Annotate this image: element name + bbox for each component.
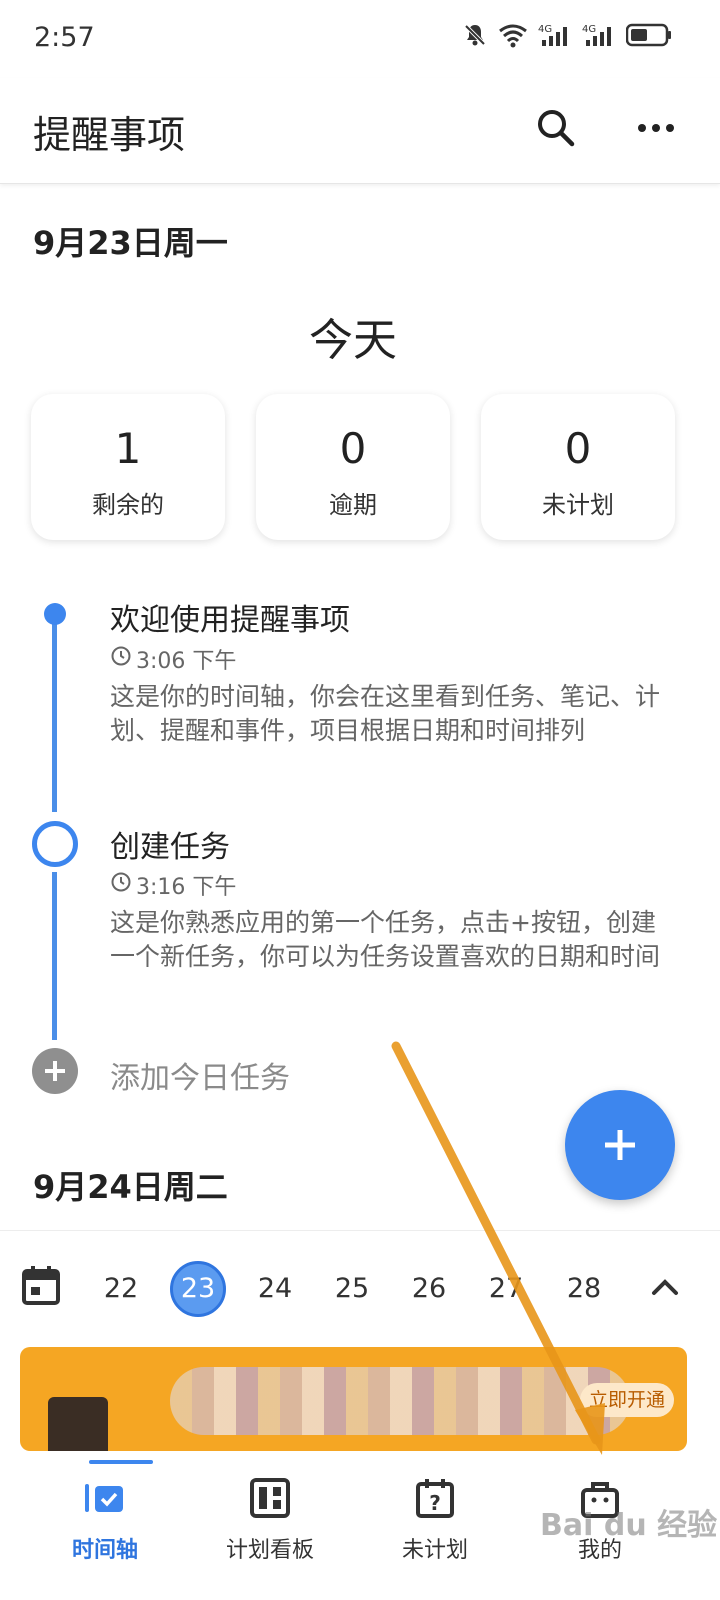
- more-icon[interactable]: [634, 108, 678, 148]
- nav-label: 计划看板: [225, 1538, 314, 1563]
- status-bar: 2:57 4G 4G: [0, 0, 720, 78]
- plus-icon: [605, 1130, 635, 1160]
- date-header: 9月24日周二: [33, 1168, 228, 1206]
- svg-text:4G: 4G: [538, 24, 552, 35]
- timeline-item-title[interactable]: 创建任务: [110, 822, 230, 866]
- time-text: 3:06 下午: [136, 649, 237, 674]
- timeline-icon: [85, 1478, 125, 1518]
- promo-banner[interactable]: 立即开通: [20, 1347, 687, 1451]
- svg-text:4G: 4G: [582, 24, 596, 35]
- date-header: 9月23日周一: [33, 224, 228, 262]
- status-time: 2:57: [34, 22, 95, 53]
- nav-item-unplanned[interactable]: ? 未计划: [345, 1460, 525, 1600]
- week-day[interactable]: 28: [556, 1261, 612, 1317]
- signal-4g-icon: 4G: [538, 22, 572, 48]
- board-icon: [250, 1478, 290, 1518]
- stat-value: 0: [339, 424, 367, 473]
- page-title: 提醒事项: [33, 113, 186, 157]
- chevron-up-icon[interactable]: [648, 1275, 682, 1299]
- timeline-item-description: 这是你熟悉应用的第一个任务，点击+按钮，创建一个新任务，你可以为任务设置喜欢的日…: [110, 908, 661, 971]
- timeline-item-title[interactable]: 欢迎使用提醒事项: [110, 595, 350, 639]
- stat-label: 未计划: [542, 491, 614, 519]
- unplanned-icon: ?: [415, 1478, 455, 1518]
- nav-label: 时间轴: [71, 1538, 138, 1563]
- status-icons: 4G 4G: [462, 22, 672, 48]
- timeline-dot-completed[interactable]: [44, 603, 66, 625]
- add-today-button[interactable]: [32, 1048, 78, 1094]
- nav-active-indicator: [89, 1460, 153, 1464]
- week-day[interactable]: 25: [324, 1261, 380, 1317]
- week-day[interactable]: 24: [247, 1261, 303, 1317]
- bell-off-icon: [462, 22, 488, 48]
- timeline-item-time: 3:06 下午: [110, 643, 236, 675]
- add-task-fab[interactable]: [565, 1090, 675, 1200]
- clock-icon: [110, 871, 132, 899]
- wifi-icon: [498, 22, 528, 48]
- timeline-dot-pending[interactable]: [32, 821, 78, 867]
- svg-text:?: ?: [429, 1491, 441, 1515]
- stat-label: 逾期: [329, 491, 377, 519]
- stat-value: 1: [114, 424, 142, 473]
- time-text: 3:16 下午: [136, 875, 237, 900]
- nav-label: 未计划: [401, 1538, 468, 1563]
- timeline-item-time: 3:16 下午: [110, 869, 236, 901]
- timeline-item-description: 这是你的时间轴，你会在这里看到任务、笔记、计划、提醒和事件，项目根据日期和时间排…: [110, 682, 661, 745]
- signal-4g-icon: 4G: [582, 22, 616, 48]
- add-today-label[interactable]: 添加今日任务: [110, 1053, 290, 1097]
- stat-card-unplanned[interactable]: 0 未计划: [481, 394, 675, 540]
- gift-bag-icon: [48, 1397, 108, 1451]
- timeline-line: [52, 872, 57, 1040]
- today-heading: 今天: [309, 315, 397, 366]
- week-day[interactable]: 26: [401, 1261, 457, 1317]
- week-strip: 22 23 24 25 26 27 28: [0, 1230, 720, 1340]
- nav-item-timeline[interactable]: 时间轴: [15, 1460, 195, 1600]
- nav-item-board[interactable]: 计划看板: [180, 1460, 360, 1600]
- stat-label: 剩余的: [92, 491, 164, 519]
- battery-icon: [626, 22, 672, 48]
- week-day[interactable]: 22: [93, 1261, 149, 1317]
- week-day-selected[interactable]: 23: [170, 1261, 226, 1317]
- stat-value: 0: [564, 424, 592, 473]
- stat-card-remaining[interactable]: 1 剩余的: [31, 394, 225, 540]
- watermark: Bai du 经验: [540, 1508, 718, 1543]
- promo-button[interactable]: 立即开通: [580, 1383, 674, 1417]
- promo-blurred-content: [170, 1367, 630, 1435]
- stat-card-overdue[interactable]: 0 逾期: [256, 394, 450, 540]
- plus-icon: [45, 1061, 65, 1081]
- app-bar: 提醒事项: [0, 78, 720, 184]
- week-day[interactable]: 27: [478, 1261, 534, 1317]
- search-icon[interactable]: [534, 106, 578, 150]
- calendar-icon[interactable]: [22, 1265, 60, 1305]
- timeline-line: [52, 622, 57, 812]
- clock-icon: [110, 645, 132, 673]
